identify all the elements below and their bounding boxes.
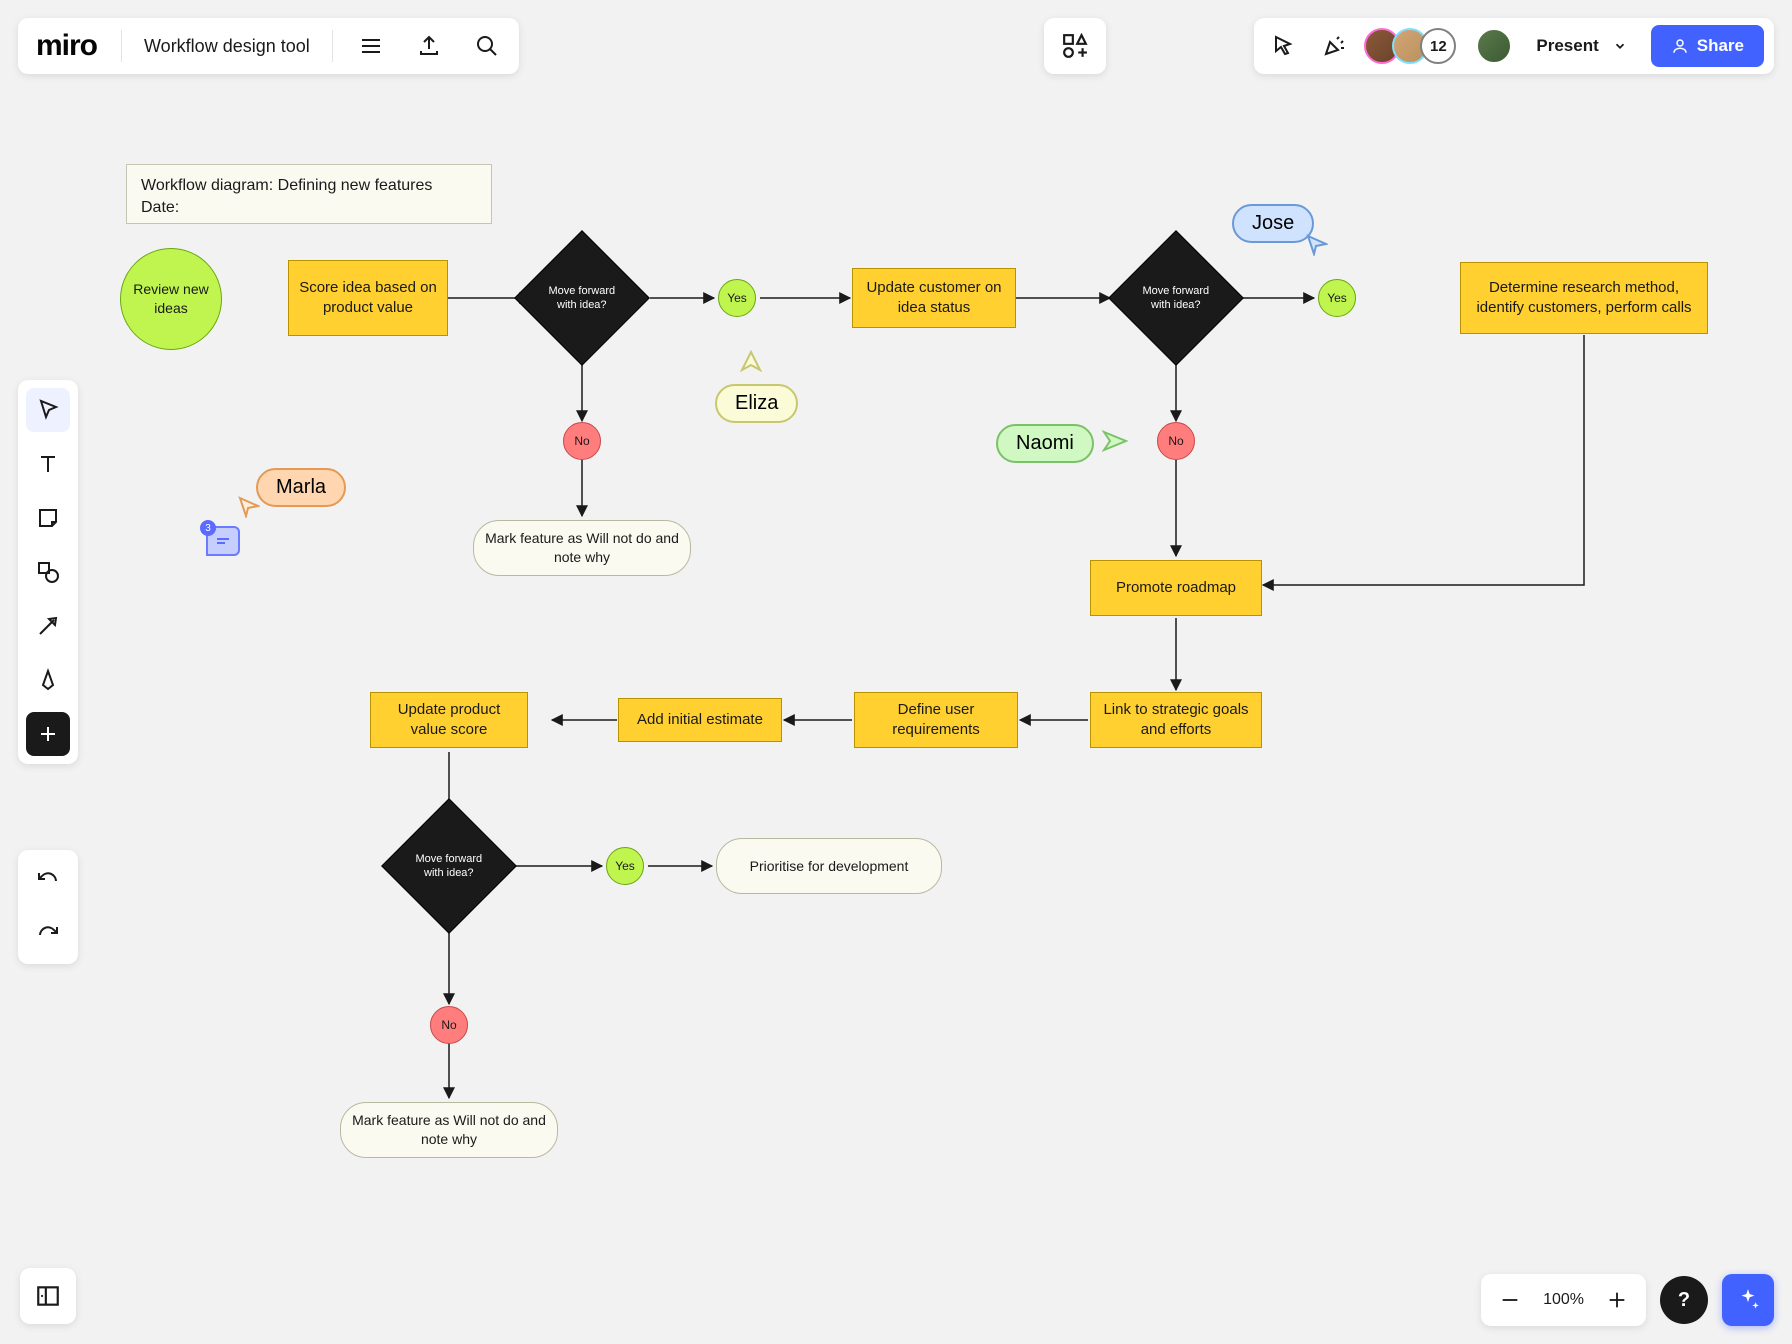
node-label: Define user requirements xyxy=(865,700,1007,741)
node-no1[interactable]: No xyxy=(563,422,601,460)
diagram-title-l1: Workflow diagram: Defining new features xyxy=(141,175,432,197)
diagram-title-l2: Date: xyxy=(141,197,432,219)
cursor-label: Eliza xyxy=(735,392,778,414)
node-label: Yes xyxy=(1327,290,1347,306)
node-prioritise[interactable]: Prioritise for development xyxy=(716,838,942,894)
node-label: No xyxy=(574,433,589,449)
plus-icon xyxy=(1606,1288,1628,1312)
cursor-tag-naomi: Naomi xyxy=(996,424,1094,463)
cursor-label: Jose xyxy=(1252,212,1294,234)
node-update-customer[interactable]: Update customer on idea status xyxy=(852,268,1016,328)
comment-count-badge: 3 xyxy=(200,520,216,536)
node-label: Move forward with idea? xyxy=(412,852,486,881)
node-label: Move forward with idea? xyxy=(545,284,619,313)
comment-lines-icon xyxy=(215,536,231,546)
zoom-level[interactable]: 100% xyxy=(1543,1291,1584,1309)
node-label: No xyxy=(441,1017,456,1033)
zoom-in-button[interactable] xyxy=(1606,1280,1628,1320)
cursor-pointer-icon xyxy=(238,496,260,518)
node-decision2[interactable]: Move forward with idea? xyxy=(1108,230,1244,366)
node-yes3[interactable]: Yes xyxy=(606,847,644,885)
node-label: No xyxy=(1168,433,1183,449)
node-yes1[interactable]: Yes xyxy=(718,279,756,317)
node-score-idea[interactable]: Score idea based on product value xyxy=(288,260,448,336)
node-no2[interactable]: No xyxy=(1157,422,1195,460)
node-decision1[interactable]: Move forward with idea? xyxy=(514,230,650,366)
diagram-title-card[interactable]: Workflow diagram: Defining new features … xyxy=(126,164,492,224)
cursor-label: Marla xyxy=(276,476,326,498)
node-label: Mark feature as Will not do and note why xyxy=(351,1111,547,1149)
node-label: Update customer on idea status xyxy=(863,278,1005,319)
node-label: Prioritise for development xyxy=(750,857,909,876)
ai-assist-button[interactable] xyxy=(1722,1274,1774,1326)
node-add-estimate[interactable]: Add initial estimate xyxy=(618,698,782,742)
cursor-pointer-icon xyxy=(740,350,762,372)
bottom-right-controls: 100% ? xyxy=(1481,1274,1774,1326)
zoom-out-button[interactable] xyxy=(1499,1280,1521,1320)
comment-bubble[interactable]: 3 xyxy=(206,526,240,556)
cursor-tag-eliza: Eliza xyxy=(715,384,798,423)
node-link-strategic[interactable]: Link to strategic goals and efforts xyxy=(1090,692,1262,748)
node-label: Yes xyxy=(727,290,747,306)
node-label: Update product value score xyxy=(381,700,517,741)
node-label: Score idea based on product value xyxy=(299,278,437,319)
node-mark-willnot2[interactable]: Mark feature as Will not do and note why xyxy=(340,1102,558,1158)
minus-icon xyxy=(1499,1288,1521,1312)
node-label: Move forward with idea? xyxy=(1139,284,1213,313)
node-decision3[interactable]: Move forward with idea? xyxy=(381,798,517,934)
sparkle-icon xyxy=(1735,1287,1761,1313)
node-promote-roadmap[interactable]: Promote roadmap xyxy=(1090,560,1262,616)
cursor-label: Naomi xyxy=(1016,432,1074,454)
help-button[interactable]: ? xyxy=(1660,1276,1708,1324)
node-mark-willnot1[interactable]: Mark feature as Will not do and note why xyxy=(473,520,691,576)
node-label: Add initial estimate xyxy=(637,710,763,730)
node-label: Promote roadmap xyxy=(1116,578,1236,598)
node-define-user-req[interactable]: Define user requirements xyxy=(854,692,1018,748)
cursor-pointer-icon xyxy=(1306,234,1328,256)
node-label: Review new ideas xyxy=(131,280,211,318)
node-label: Mark feature as Will not do and note why xyxy=(484,529,680,567)
zoom-control: 100% xyxy=(1481,1274,1646,1326)
node-start[interactable]: Review new ideas xyxy=(120,248,222,350)
frames-panel-button[interactable] xyxy=(20,1268,76,1324)
node-determine-research[interactable]: Determine research method, identify cust… xyxy=(1460,262,1708,334)
canvas[interactable]: Workflow diagram: Defining new features … xyxy=(0,0,1792,1344)
node-label: Link to strategic goals and efforts xyxy=(1101,700,1251,741)
node-label: Determine research method, identify cust… xyxy=(1471,278,1697,319)
cursor-tag-marla: Marla xyxy=(256,468,346,507)
node-label: Yes xyxy=(615,858,635,874)
node-no3[interactable]: No xyxy=(430,1006,468,1044)
node-update-score[interactable]: Update product value score xyxy=(370,692,528,748)
cursor-tag-jose: Jose xyxy=(1232,204,1314,243)
node-yes2[interactable]: Yes xyxy=(1318,279,1356,317)
cursor-pointer-icon xyxy=(1102,430,1128,452)
panel-icon xyxy=(35,1283,61,1309)
